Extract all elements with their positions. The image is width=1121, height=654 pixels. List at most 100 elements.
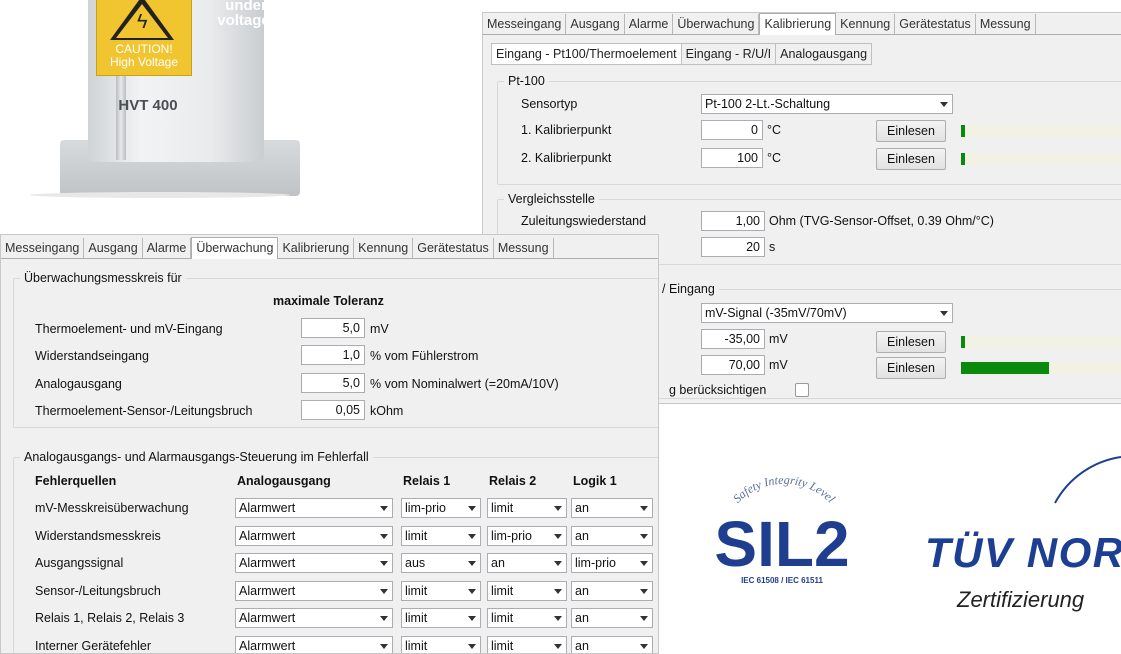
tab-messeingang[interactable]: Messeingang xyxy=(483,14,567,34)
einlesen-button-4[interactable]: Einlesen xyxy=(876,357,946,379)
tuv-main-text: TÜV NORD xyxy=(925,529,1121,576)
relais1-select[interactable]: limit xyxy=(401,581,481,601)
mv-punkt2-unit: mV xyxy=(769,358,788,372)
chevron-down-icon xyxy=(640,644,648,649)
tab-ausgang[interactable]: Ausgang xyxy=(84,238,143,258)
tab-kalibrierung[interactable]: Kalibrierung xyxy=(278,238,355,258)
relais2-select[interactable]: lim-prio xyxy=(487,526,567,546)
relais2-select[interactable]: limit xyxy=(487,636,567,653)
sil-arc-text: Safety Integrity Level xyxy=(730,473,839,506)
einlesen-button-2[interactable]: Einlesen xyxy=(876,148,946,170)
beruecksichtigen-label: g berücksichtigen xyxy=(669,383,767,397)
logik1-select[interactable]: an xyxy=(571,498,653,518)
tuv-arc-icon xyxy=(1054,456,1121,504)
device-photo: ϟ CAUTION! High Voltage under voltage! H… xyxy=(0,0,300,205)
device-model: HVT 400 xyxy=(118,97,178,114)
kalibrierpunkt1-input[interactable]: 0 xyxy=(701,120,763,140)
toleranz-row-input[interactable]: 0,05 xyxy=(301,400,365,420)
relais1-select[interactable]: aus xyxy=(401,553,481,573)
tab-ueberwachung[interactable]: Überwachung xyxy=(673,14,760,34)
tab-kennung[interactable]: Kennung xyxy=(354,238,414,258)
tab-messung[interactable]: Messung xyxy=(493,238,554,258)
mv-punkt2-input[interactable]: 70,00 xyxy=(701,355,765,375)
tab-geraetestatus[interactable]: Gerätestatus xyxy=(895,14,976,34)
logik1-select[interactable]: lim-prio xyxy=(571,553,653,573)
toleranz-row-input[interactable]: 5,0 xyxy=(301,373,365,393)
relais2-select[interactable]: an xyxy=(487,553,567,573)
kalibrierpunkt2-unit: °C xyxy=(767,151,782,165)
chevron-down-icon xyxy=(640,561,648,566)
analogausgang-select[interactable]: Alarmwert xyxy=(235,526,393,546)
tab-messeingang[interactable]: Messeingang xyxy=(1,238,85,258)
zuleitung-input[interactable]: 1,00 xyxy=(701,211,765,231)
mv-punkt1-input[interactable]: -35,00 xyxy=(701,329,765,349)
tab-ueberwachung[interactable]: Überwachung xyxy=(191,237,279,259)
relais1-select-value: limit xyxy=(405,584,428,598)
mv-punkt2-progress xyxy=(961,362,1121,374)
kalibrierpunkt1-unit: °C xyxy=(767,123,782,137)
relais1-select[interactable]: limit xyxy=(401,608,481,628)
relais1-select[interactable]: limit xyxy=(401,636,481,653)
analogausgang-select[interactable]: Alarmwert xyxy=(235,498,393,518)
toleranz-row-label: Thermoelement- und mV-Eingang xyxy=(35,322,223,336)
chevron-down-icon xyxy=(380,534,388,539)
mv-punkt1-progress-fill xyxy=(961,336,965,348)
analogausgang-select[interactable]: Alarmwert xyxy=(235,608,393,628)
fehlerquelle-label: mV-Messkreisüberwachung xyxy=(35,501,189,515)
chevron-down-icon xyxy=(554,561,562,566)
device-shadow xyxy=(30,192,290,198)
einlesen-button-3[interactable]: Einlesen xyxy=(876,331,946,353)
analogausgang-select-value: Alarmwert xyxy=(239,611,296,625)
beruecksichtigen-checkbox[interactable] xyxy=(795,383,809,397)
sensortyp-value: Pt-100 2-Lt.-Schaltung xyxy=(705,97,831,111)
mv-signal-select[interactable]: mV-Signal (-35mV/70mV) xyxy=(701,303,953,323)
toleranz-row-input[interactable]: 1,0 xyxy=(301,345,365,365)
subtab-analogausgang[interactable]: Analogausgang xyxy=(776,43,873,65)
relais2-select[interactable]: limit xyxy=(487,608,567,628)
lightning-bolt-icon: ϟ xyxy=(137,11,148,33)
relais2-select-value: limit xyxy=(491,584,514,598)
tab-ausgang[interactable]: Ausgang xyxy=(566,14,625,34)
tab-messung[interactable]: Messung xyxy=(975,14,1036,34)
kalibrierpunkt2-input[interactable]: 100 xyxy=(701,148,763,168)
mv-punkt1-progress xyxy=(961,336,1121,348)
relais2-select[interactable]: limit xyxy=(487,498,567,518)
main-tab-bar-2: Messeingang Ausgang Alarme Überwachung K… xyxy=(1,235,658,259)
tab-alarme[interactable]: Alarme xyxy=(142,238,192,258)
fehlerquelle-label: Interner Gerätefehler xyxy=(35,639,152,653)
einlesen-button-1[interactable]: Einlesen xyxy=(876,120,946,142)
tuv-sub-text: Zertifizierung xyxy=(956,587,1085,612)
logik1-select-value: an xyxy=(575,501,589,515)
tab-alarme[interactable]: Alarme xyxy=(624,14,674,34)
relais2-select-value: lim-prio xyxy=(491,529,532,543)
tab-kennung[interactable]: Kennung xyxy=(836,14,896,34)
fehlerfall-group-title: Analogausgangs- und Alarmausgangs-Steuer… xyxy=(20,450,373,464)
toleranz-row-unit: kOhm xyxy=(370,404,404,418)
logik1-select[interactable]: an xyxy=(571,636,653,653)
sensortyp-select[interactable]: Pt-100 2-Lt.-Schaltung xyxy=(701,94,953,114)
tab-kalibrierung[interactable]: Kalibrierung xyxy=(759,13,837,35)
analogausgang-select[interactable]: Alarmwert xyxy=(235,553,393,573)
logik1-select[interactable]: an xyxy=(571,581,653,601)
subtab-eingang-rui[interactable]: Eingang - R/U/I xyxy=(681,43,777,65)
analogausgang-select[interactable]: Alarmwert xyxy=(235,636,393,653)
chevron-down-icon xyxy=(554,534,562,539)
chevron-down-icon xyxy=(554,616,562,621)
zeit-input[interactable]: 20 xyxy=(701,237,765,257)
toleranz-row-unit: mV xyxy=(370,322,389,336)
subtab-eingang-pt100[interactable]: Eingang - Pt100/Thermoelement xyxy=(491,43,682,65)
analogausgang-select[interactable]: Alarmwert xyxy=(235,581,393,601)
toleranz-row-label: Thermoelement-Sensor-/Leitungsbruch xyxy=(35,404,253,418)
logik1-select[interactable]: an xyxy=(571,608,653,628)
relais1-select[interactable]: limit xyxy=(401,526,481,546)
main-tab-bar: Messeingang Ausgang Alarme Überwachung K… xyxy=(483,13,1121,35)
sil-sub-text: IEC 61508 / IEC 61511 xyxy=(741,576,823,585)
kalibrierpunkt1-label: 1. Kalibrierpunkt xyxy=(521,123,612,137)
relais2-select[interactable]: limit xyxy=(487,581,567,601)
tab-geraetestatus[interactable]: Gerätestatus xyxy=(413,238,494,258)
voltage-text: under voltage! xyxy=(217,0,275,29)
relais1-select[interactable]: lim-prio xyxy=(401,498,481,518)
zuleitung-label: Zuleitungswiederstand xyxy=(521,214,647,228)
toleranz-row-input[interactable]: 5,0 xyxy=(301,318,365,338)
logik1-select[interactable]: an xyxy=(571,526,653,546)
